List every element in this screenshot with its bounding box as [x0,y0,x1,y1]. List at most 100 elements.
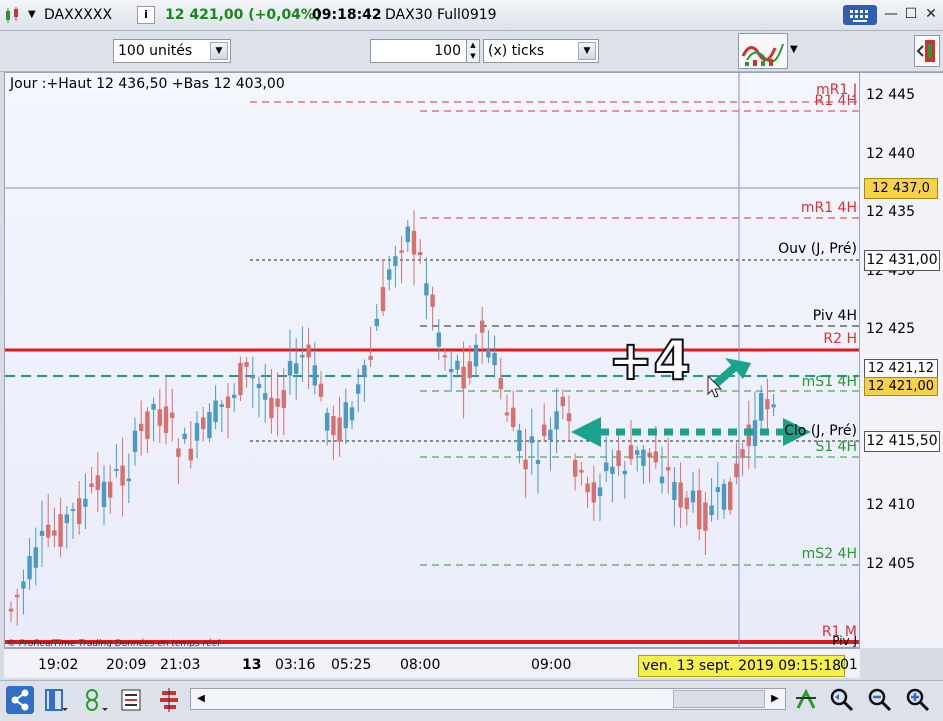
candle-body [250,375,255,379]
candle-body [232,394,237,398]
candle-body [244,362,249,367]
candle-body [765,399,770,410]
candle-body [101,481,107,507]
symbol-name[interactable]: DAXXXXX [44,7,112,23]
level-label-ouv: Ouv (J, Pré) [778,241,857,257]
candle-body [225,396,231,409]
scroll-right-icon[interactable]: ▶ [765,689,785,709]
compare-icon[interactable] [156,686,184,714]
candle-body [480,320,485,333]
ticks-dropdown-icon[interactable]: ▼ [578,42,596,60]
scroll-left-icon[interactable]: ◀ [191,689,211,709]
candle-body [52,530,57,536]
candle-body [449,368,454,373]
price-chart[interactable]: Jour :+Haut 12 436,50 +Bas 12 403,00 +4 … [4,72,860,648]
candle-body [139,423,144,431]
candle-body [461,366,466,389]
chart-canvas[interactable] [5,73,860,648]
left-arrow-icon [571,417,601,447]
candle-body [715,487,720,492]
candle-body [467,361,472,378]
candle-body [492,352,497,366]
candle-body [263,393,268,400]
candle-body [771,404,776,408]
candle-body [238,362,243,396]
candle-body [256,383,262,389]
candle-body [430,294,435,307]
price-tick: 12 425 [866,321,915,337]
quantity-stepper[interactable]: ▲ ▼ [466,39,480,63]
candle-body [126,478,131,482]
layout-icon[interactable] [42,686,70,714]
candle-body [647,452,652,457]
candle-body [89,483,94,488]
candle-body [585,483,590,493]
candle-body [349,407,355,421]
candle-body [213,400,218,423]
price-tick: 12 435 [866,204,915,220]
zoom-auto-icon[interactable] [828,686,856,714]
minimize-icon[interactable]: — [882,6,900,22]
candle-body [8,608,14,612]
candle-body [411,230,417,255]
candle-body [740,449,745,458]
candle-body [604,462,609,471]
drag-icon[interactable] [792,686,820,714]
candle-body [566,413,572,422]
candle-body [622,470,627,475]
zoom-out-icon[interactable] [866,686,894,714]
candle-body [170,412,175,418]
info-icon[interactable]: i [137,6,155,24]
maximize-icon[interactable]: ☐ [902,6,920,22]
candle-body [628,445,634,460]
symbol-dropdown-icon[interactable]: ▼ [28,9,36,20]
plus-four-annotation: +4 [607,329,692,392]
keyboard-icon[interactable] [843,5,877,25]
list-icon[interactable] [118,686,146,714]
candle-body [666,467,671,471]
time-tick: 13 [242,657,262,673]
price-box-last: 12 421,00 [864,377,938,396]
candle-body [486,349,491,358]
candle-body [300,355,305,358]
candle-body [83,498,88,507]
candle-body [368,356,373,360]
level-label-r2h: R2 H [823,331,857,347]
candle-body [64,514,69,524]
order-toolbar: 100 unités ▼ 100 ▲ ▼ (x) ticks ▼ ▼ [0,31,943,72]
candle-body [343,402,348,429]
quantity-input[interactable]: 100 [370,39,468,63]
candle-body [473,344,479,367]
scroll-thumb[interactable] [673,690,765,708]
candle-body [734,463,739,478]
candle-body [573,460,578,477]
close-icon[interactable]: ✕ [922,6,940,22]
share-icon[interactable] [6,686,34,714]
candle-body [294,363,299,374]
horizontal-scrollbar[interactable]: ◀ ▶ [190,688,786,710]
units-dropdown-icon[interactable]: ▼ [210,42,228,60]
candle-body [697,490,702,530]
bottom-toolbar: ◀ ▶ [0,680,943,721]
candle-body [517,430,522,451]
candle-body [33,547,38,568]
candle-body [58,514,63,547]
candlestick-logo-icon [6,7,18,23]
zoom-in-icon[interactable] [904,686,932,714]
price-axis[interactable]: 12 445 12 440 12 435 12 430 12 425 12 41… [860,72,943,648]
time-axis[interactable]: 19:02 20:09 21:03 13 03:16 05:25 08:00 0… [4,648,860,678]
ticks-select[interactable]: (x) ticks ▼ [483,39,599,63]
strategy-dropdown-icon[interactable]: ▼ [790,44,798,55]
units-select[interactable]: 100 unités ▼ [113,39,231,63]
panel-toggle-icon[interactable] [914,35,940,67]
candle-body [281,390,286,408]
price-tick: 12 440 [866,146,915,162]
strategy-icon[interactable] [738,33,788,69]
candle-body [560,396,565,407]
chart-info-text: Jour :+Haut 12 436,50 +Bas 12 403,00 [10,76,285,92]
candle-body [108,481,113,498]
time-tick: 19:02 [38,657,79,673]
candle-body [114,468,119,471]
indicators-icon[interactable] [82,686,110,714]
candle-body [616,450,621,467]
